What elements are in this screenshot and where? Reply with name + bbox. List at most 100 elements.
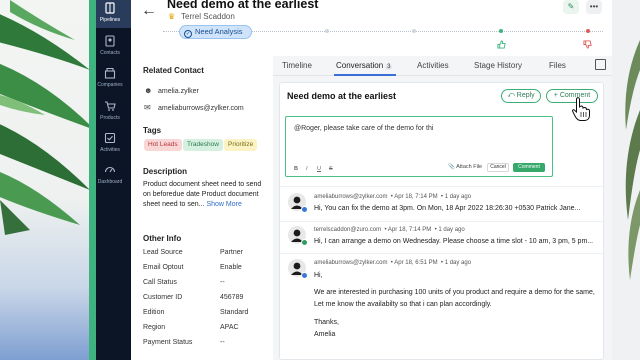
strikethrough-button[interactable]: S (329, 166, 333, 172)
tag-prioritize[interactable]: Prioritize (224, 139, 258, 151)
other-info-title: Other Info (143, 234, 182, 243)
info-value: 456789 (220, 294, 244, 301)
back-arrow-icon[interactable]: ← (141, 2, 157, 20)
thumbs-up-icon[interactable] (497, 40, 506, 49)
stage-dot[interactable] (412, 29, 416, 33)
description-body: Product document sheet need to send on b… (143, 181, 262, 208)
sidebar-item-label: Activities (100, 147, 120, 153)
reply-icon: ⤺ (507, 92, 515, 99)
page-title: Need demo at the earliest (167, 0, 319, 11)
mail-icon: ✉ (144, 103, 151, 112)
post-comment-button[interactable]: Comment (513, 163, 545, 172)
sidebar-item-dashboard[interactable]: Dashboard (89, 164, 131, 185)
hand-cursor-icon (571, 97, 591, 121)
info-value: -- (220, 279, 225, 286)
expand-panel-icon[interactable] (595, 59, 606, 70)
cancel-button[interactable]: Cancel (487, 163, 509, 172)
tab-files[interactable]: Files (549, 61, 566, 70)
sidebar-item-products[interactable]: Products (89, 100, 131, 121)
info-value: Partner (220, 249, 243, 256)
attach-file-button[interactable]: 📎 Attach File (448, 164, 482, 170)
info-key: Region (143, 324, 166, 331)
relative-time: 1 day ago (438, 227, 465, 233)
tab-label: Conversation (336, 61, 384, 70)
sidebar-item-label: Pipelines (99, 17, 121, 23)
underline-button[interactable]: U (317, 166, 321, 172)
info-key: Customer ID (143, 294, 183, 301)
sidebar-item-companies[interactable]: Companies (89, 67, 131, 88)
background-plant-right (612, 0, 640, 360)
contacts-icon (105, 35, 115, 47)
crown-icon: ♛ (168, 12, 176, 21)
timestamp: Apr 18, 7:14 PM (387, 227, 432, 233)
related-contact-title: Related Contact (143, 66, 204, 75)
pipelines-icon (105, 2, 115, 14)
message-line: Hi, (314, 272, 323, 279)
sidebar-item-label: Companies (97, 82, 123, 88)
timestamp: Apr 18, 7:14 PM (394, 194, 438, 200)
stage-dot[interactable] (325, 29, 329, 33)
sender: terrelscaddon@zuro.com (314, 227, 382, 233)
description-text: Product document sheet need to send on b… (143, 180, 267, 210)
tab-timeline[interactable]: Timeline (282, 61, 312, 70)
attach-label: Attach File (456, 164, 483, 170)
comment-channel-badge (301, 239, 308, 246)
message-meta: ameliaburrows@zylker.com • Apr 18, 6:51 … (314, 260, 472, 266)
edit-button[interactable]: ✎ (563, 0, 579, 14)
divider (280, 253, 605, 254)
italic-button[interactable]: I (306, 166, 308, 172)
conversation-title: Need demo at the earliest (287, 91, 397, 101)
info-value: Standard (220, 309, 249, 316)
relative-time: 1 day ago (444, 194, 472, 200)
sidebar-item-label: Products (100, 115, 120, 121)
comment-input[interactable]: @Roger, please take care of the demo for… (294, 125, 433, 132)
sidebar-item-label: Contacts (100, 50, 120, 56)
stage-lost-dot[interactable] (586, 29, 590, 33)
info-key: Email Optout (143, 264, 184, 271)
thumbs-down-icon[interactable] (583, 40, 592, 49)
info-key: Call Status (143, 279, 177, 286)
conversation-card: Need demo at the earliest ⤺ Reply + Comm… (279, 82, 605, 360)
email-channel-badge (301, 206, 308, 213)
message-meta: terrelscaddon@zuro.com • Apr 18, 7:14 PM… (314, 227, 465, 233)
companies-icon (104, 67, 116, 79)
tab-count-badge: 3 (385, 64, 393, 70)
message-line: Let me know the availabilty so that i ca… (314, 301, 492, 308)
active-tab-indicator (334, 74, 396, 76)
more-options-button[interactable]: ••• (586, 0, 602, 14)
sidebar-item-contacts[interactable]: Contacts (89, 35, 131, 56)
contact-email-row[interactable]: ✉ ameliaburrows@zylker.com (144, 103, 244, 112)
message-line: We are interested in purchasing 100 unit… (314, 289, 595, 296)
sidebar-item-activities[interactable]: Activities (89, 132, 131, 153)
activity-panel: Timeline Conversation 3 Activities Stage … (273, 56, 612, 360)
deal-owner[interactable]: Terrel Scaddon (181, 12, 235, 21)
stage-label: Need Analysis (195, 27, 243, 36)
message-line: Amelia (314, 331, 336, 338)
background-plant-left (0, 0, 96, 360)
reply-button[interactable]: ⤺ Reply (501, 89, 541, 103)
sidebar-item-pipelines[interactable]: Pipelines (89, 2, 131, 23)
contact-email: ameliaburrows@zylker.com (158, 105, 244, 112)
bold-button[interactable]: B (294, 166, 298, 172)
email-channel-badge (301, 272, 308, 279)
stage-won-dot[interactable] (499, 29, 503, 33)
tab-conversation[interactable]: Conversation 3 (336, 61, 393, 70)
sender: ameliaburrows@zylker.com (314, 260, 388, 266)
deal-details-panel: Related Contact ☻ amelia.zylker ✉ ameliabu… (131, 56, 273, 360)
relative-time: 1 day ago (444, 260, 472, 266)
show-more-link[interactable]: Show More (206, 201, 241, 208)
tag-hot-leads[interactable]: Hot Leads (144, 139, 182, 151)
current-stage-pill[interactable]: ✓ Need Analysis (179, 25, 252, 39)
info-value: APAC (220, 324, 239, 331)
message-body: Hi, You can fix the demo at 3pm. On Mon,… (314, 205, 581, 212)
tag-tradeshow[interactable]: Tradeshow (183, 139, 223, 151)
cart-icon (105, 101, 116, 111)
plus-icon: + (553, 92, 558, 99)
comment-composer[interactable]: @Roger, please take care of the demo for… (285, 116, 553, 177)
info-key: Lead Source (143, 249, 183, 256)
contact-name: amelia.zylker (158, 88, 199, 95)
contact-name-row[interactable]: ☻ amelia.zylker (144, 86, 199, 95)
tab-stage-history[interactable]: Stage History (474, 61, 522, 70)
info-value: -- (220, 339, 225, 346)
tab-activities[interactable]: Activities (417, 61, 449, 70)
